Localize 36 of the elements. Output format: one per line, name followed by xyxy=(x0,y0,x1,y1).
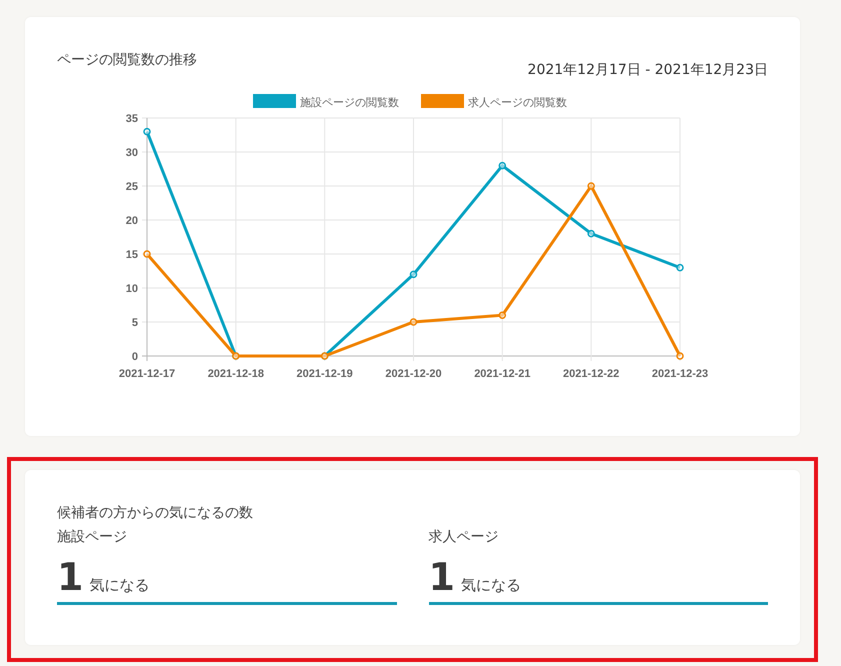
stat-value: 1 xyxy=(57,558,84,596)
tick-label: 10 xyxy=(126,283,138,295)
tick-label: 2021-12-23 xyxy=(652,368,708,380)
legend-label: 求人ページの閲覧数 xyxy=(468,97,567,109)
tick-label: 20 xyxy=(126,215,138,227)
point xyxy=(587,230,595,238)
tick-label: 2021-12-18 xyxy=(208,368,264,380)
card-title: ページの閲覧数の推移 xyxy=(57,51,197,69)
tick-label: 2021-12-21 xyxy=(474,368,530,380)
tick-label: 2021-12-19 xyxy=(296,368,353,380)
stat-label: 施設ページ xyxy=(57,528,127,546)
tick-label: 30 xyxy=(126,147,138,159)
point xyxy=(498,162,506,170)
card-title: 候補者の方からの気になるの数 xyxy=(57,504,254,522)
date-range: 2021年12月17日 - 2021年12月23日 xyxy=(528,61,768,79)
tick-label: 15 xyxy=(126,249,138,261)
point xyxy=(143,128,151,136)
point xyxy=(143,250,151,258)
legend-label: 施設ページの閲覧数 xyxy=(300,97,399,109)
point xyxy=(676,352,684,360)
tick-label: 2021-12-17 xyxy=(118,368,176,380)
stat-value: 1 xyxy=(428,558,455,596)
tick-label: 35 xyxy=(126,113,138,125)
stat-label: 求人ページ xyxy=(428,528,498,546)
tick-label: 25 xyxy=(126,181,138,193)
point xyxy=(410,270,418,278)
tick-label: 2021-12-22 xyxy=(563,368,620,380)
tick-label: 5 xyxy=(132,317,138,329)
tick-label: 0 xyxy=(132,351,138,363)
tick-label: 2021-12-20 xyxy=(385,368,442,380)
stat-unit: 気になる xyxy=(89,576,150,595)
stat-unit: 気になる xyxy=(460,576,521,595)
point xyxy=(587,182,595,190)
point xyxy=(410,318,418,326)
point xyxy=(498,311,506,319)
point xyxy=(676,264,684,272)
